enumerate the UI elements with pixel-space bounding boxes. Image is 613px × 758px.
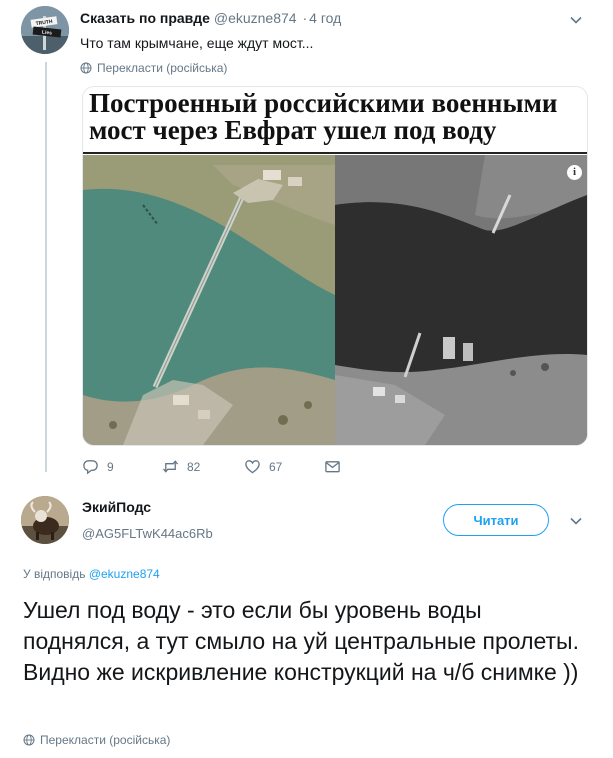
- author-handle[interactable]: @ekuzne874: [214, 10, 297, 26]
- reply-context: У відповідь @ekuzne874: [23, 567, 160, 581]
- tweet-time[interactable]: 4 год: [309, 10, 341, 26]
- reply-handle-link[interactable]: @ekuzne874: [89, 567, 160, 581]
- avatar[interactable]: [21, 496, 69, 544]
- reply-count: 9: [107, 459, 114, 474]
- avatar[interactable]: TRUTH Lies: [21, 6, 69, 54]
- reply-prefix: У відповідь: [23, 567, 86, 581]
- reply-action[interactable]: 9: [82, 458, 114, 475]
- translate-link[interactable]: Перекласти (російська): [23, 733, 170, 747]
- tweet-media-image[interactable]: Построенный российскими военными мост че…: [82, 86, 588, 446]
- author-name[interactable]: Сказать по правде: [80, 10, 210, 26]
- retweet-count: 82: [187, 459, 201, 474]
- tweet-text: Ушел под воду - это если бы уровень воды…: [23, 597, 579, 685]
- envelope-icon: [325, 461, 340, 473]
- like-count: 67: [269, 459, 283, 474]
- follow-button[interactable]: Читати: [443, 504, 549, 536]
- globe-icon: [80, 62, 92, 74]
- separator: ·: [302, 10, 308, 26]
- translate-label: Перекласти (російська): [97, 61, 228, 75]
- media-headline: Построенный российскими военными мост че…: [89, 88, 587, 145]
- thread-connector-line: [45, 62, 47, 472]
- info-icon[interactable]: i: [567, 165, 582, 180]
- satellite-photo-color: [83, 155, 335, 445]
- tweet-text: Что там крымчане, еще ждут мост...: [80, 35, 314, 51]
- avatar-sign-bottom-text: Lies: [42, 29, 53, 36]
- chevron-down-icon[interactable]: [569, 514, 583, 528]
- retweet-action[interactable]: 82: [162, 458, 200, 475]
- reply-icon: [83, 460, 98, 475]
- translate-link[interactable]: Перекласти (російська): [80, 61, 227, 75]
- retweet-icon: [162, 460, 179, 473]
- heart-icon: [245, 460, 260, 474]
- like-action[interactable]: 67: [244, 458, 282, 475]
- tweet-actions: 9 82 67: [82, 458, 382, 478]
- headline-divider: [83, 152, 587, 154]
- chevron-down-icon[interactable]: [569, 13, 583, 27]
- author-name[interactable]: ЭкийПодс: [82, 499, 151, 515]
- media-headline-line2: мост через Евфрат ушел под воду: [89, 115, 497, 145]
- globe-icon: [23, 734, 35, 746]
- author-handle[interactable]: @AG5FLTwK44ac6Rb: [82, 526, 213, 541]
- avatar-bull-image: [21, 496, 69, 544]
- satellite-photo-bw: [335, 155, 587, 445]
- dm-action[interactable]: [324, 458, 341, 475]
- tweet-header: Сказать по правде @ekuzne874 · 4 год: [80, 10, 341, 26]
- avatar-truth-sign-image: TRUTH Lies: [21, 6, 69, 54]
- translate-label: Перекласти (російська): [40, 733, 171, 747]
- media-headline-line1: Построенный российскими военными: [89, 88, 558, 118]
